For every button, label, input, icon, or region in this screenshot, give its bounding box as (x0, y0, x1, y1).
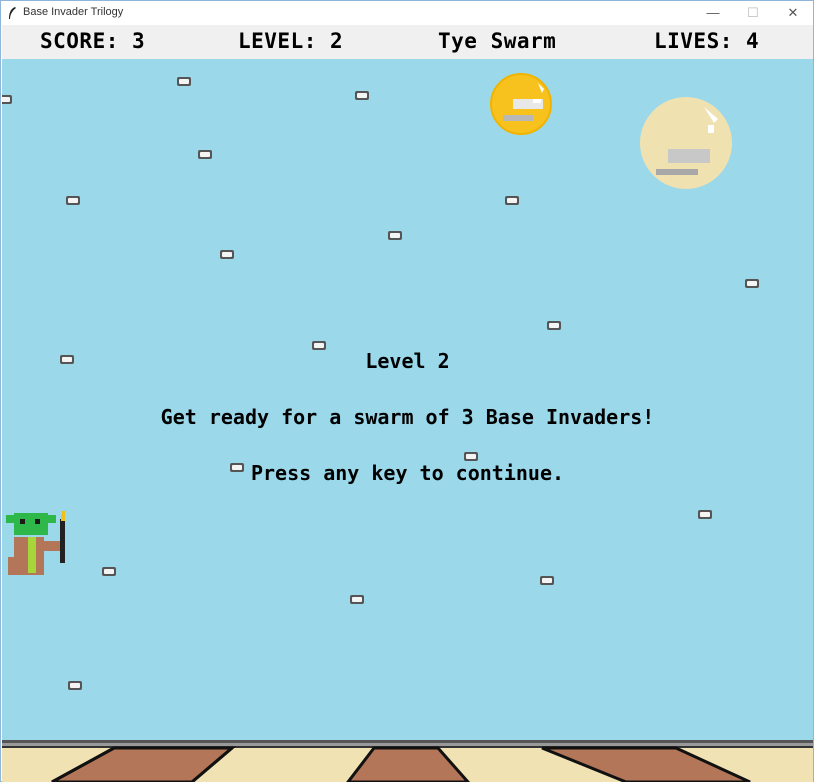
game-canvas[interactable]: Level 2 Get ready for a swarm of 3 Base … (2, 59, 813, 740)
level-label: LEVEL: 2 (238, 29, 344, 53)
level-heading: Level 2 (365, 349, 450, 373)
rock-star-icon (745, 279, 759, 288)
rock-star-icon (547, 321, 561, 330)
rock-star-icon (388, 231, 402, 240)
rock-star-icon (220, 250, 234, 259)
hud-bar: SCORE: 3 LEVEL: 2 Tye Swarm LIVES: 4 (2, 25, 813, 59)
rock-star-icon (698, 510, 712, 519)
feather-icon (9, 7, 16, 19)
game-window: Base Invader Trilogy — ☐ ✕ SCORE: 3 LEVE… (0, 0, 814, 782)
continue-prompt: Press any key to continue. (250, 461, 565, 485)
rock-star-icon (66, 196, 80, 205)
rock-star-icon (102, 567, 116, 576)
close-button[interactable]: ✕ (773, 1, 813, 25)
window-title: Base Invader Trilogy (23, 6, 124, 18)
player-alien-sprite (6, 511, 65, 575)
title-bar[interactable]: Base Invader Trilogy — ☐ ✕ (1, 1, 813, 25)
rock-star-icon (540, 576, 554, 585)
rock-star-icon (2, 95, 12, 104)
rock-star-icon (177, 77, 191, 86)
minimize-button[interactable]: — (693, 1, 733, 25)
ground-floor (2, 740, 813, 782)
rock-star-icon (198, 150, 212, 159)
enemy-name-label: Tye Swarm (438, 29, 557, 53)
rock-star-icon (68, 681, 82, 690)
rock-star-icon (464, 452, 478, 461)
rock-star-icon (505, 196, 519, 205)
rock-star-icon (350, 595, 364, 604)
score-label: SCORE: 3 (40, 29, 146, 53)
rock-star-icon (355, 91, 369, 100)
lives-label: LIVES: 4 (654, 29, 760, 53)
sun-sprite (490, 73, 552, 135)
swarm-message: Get ready for a swarm of 3 Base Invaders… (160, 405, 655, 429)
maximize-button[interactable]: ☐ (733, 1, 773, 25)
moon-sprite (640, 97, 732, 189)
